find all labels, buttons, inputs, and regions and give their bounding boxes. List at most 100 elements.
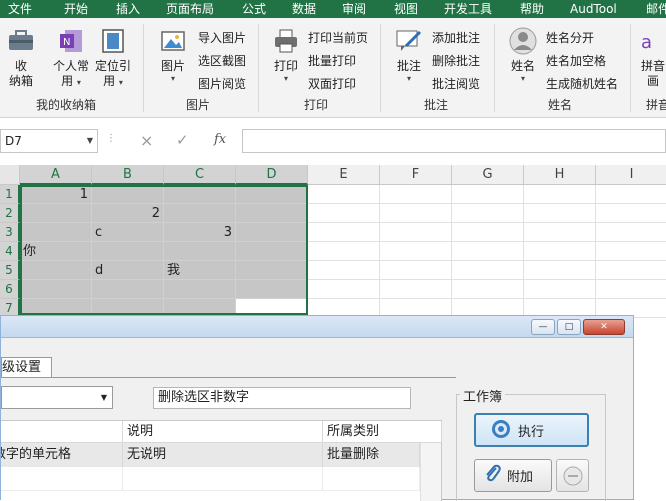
attach-button[interactable]: 附加 xyxy=(474,459,552,492)
toolbox-button[interactable]: 收 纳箱 xyxy=(4,26,38,89)
cell-a4[interactable]: 你 xyxy=(20,242,92,261)
column-header-a[interactable]: A xyxy=(20,165,92,185)
cell-d3[interactable] xyxy=(236,223,308,242)
tab-help[interactable]: 帮助 xyxy=(520,0,544,18)
run-button[interactable]: 执行 xyxy=(474,413,589,447)
chevron-down-icon[interactable]: ▼ xyxy=(87,136,93,145)
maximize-icon[interactable]: □ xyxy=(557,319,581,335)
cell-b3[interactable]: c xyxy=(92,223,164,242)
locate-ref-button[interactable]: 定位引 用 ▾ xyxy=(94,26,132,90)
delete-comment-button[interactable]: 删除批注 xyxy=(428,50,480,70)
print-current-page-button[interactable]: 打印当前页 xyxy=(304,27,368,47)
tab-mail[interactable]: 邮件 xyxy=(646,0,666,18)
row-header-4[interactable]: 4 xyxy=(0,242,20,261)
cell-d5[interactable] xyxy=(236,261,308,280)
close-icon[interactable]: ✕ xyxy=(583,319,625,335)
function-list[interactable]: 说明 所属类别 数字的单元格 无说明 批量删除 xyxy=(1,420,442,501)
cell-c2[interactable] xyxy=(164,204,236,223)
cell-d1[interactable] xyxy=(236,185,308,204)
picture-button[interactable]: 图片 ▾ xyxy=(154,26,192,83)
cell-d6[interactable] xyxy=(236,280,308,299)
dialog-titlebar[interactable]: — □ ✕ xyxy=(1,316,633,338)
column-header-c[interactable]: C xyxy=(164,165,236,185)
personal-common-button[interactable]: N 个人常 用 ▾ xyxy=(52,26,90,90)
cell-b6[interactable] xyxy=(92,280,164,299)
tab-view[interactable]: 视图 xyxy=(394,0,418,18)
cell-a5[interactable] xyxy=(20,261,92,280)
list-item-name[interactable]: 数字的单元格 xyxy=(1,443,123,467)
column-header-d[interactable]: D xyxy=(236,165,308,185)
picture-browse-button[interactable]: 图片阅览 xyxy=(194,73,246,93)
region-screenshot-button[interactable]: 选区截图 xyxy=(194,50,246,70)
name-split-button[interactable]: 姓名分开 xyxy=(542,27,594,47)
list-item-category[interactable]: 批量删除 xyxy=(323,443,420,467)
tab-audtool[interactable]: AudTool xyxy=(570,0,617,18)
tab-advanced-settings[interactable]: 高级设置 xyxy=(1,357,52,378)
tab-data[interactable]: 数据 xyxy=(292,0,316,18)
cell-c1[interactable] xyxy=(164,185,236,204)
cancel-icon[interactable]: × xyxy=(140,131,153,150)
cell-c6[interactable] xyxy=(164,280,236,299)
cell-a2[interactable] xyxy=(20,204,92,223)
cell-c3[interactable]: 3 xyxy=(164,223,236,242)
enter-icon[interactable]: ✓ xyxy=(176,131,189,149)
tab-page-layout[interactable]: 页面布局 xyxy=(166,0,214,18)
category-select[interactable]: ▼ xyxy=(1,386,113,409)
tab-developer[interactable]: 开发工具 xyxy=(444,0,492,18)
insert-function-icon[interactable]: fx xyxy=(214,132,226,147)
list-header-desc[interactable]: 说明 xyxy=(123,421,323,443)
cell-d2[interactable] xyxy=(236,204,308,223)
list-header-category[interactable]: 所属类别 xyxy=(323,421,442,443)
browse-comment-button[interactable]: 批注阅览 xyxy=(428,73,480,93)
name-add-space-button[interactable]: 姓名加空格 xyxy=(542,50,606,70)
pinyin-button[interactable]: a 拼音 画 xyxy=(638,26,666,89)
add-comment-button[interactable]: 添加批注 xyxy=(428,27,480,47)
remove-button[interactable] xyxy=(556,459,589,492)
list-header-name[interactable] xyxy=(1,421,123,443)
cell-a1[interactable]: 1 xyxy=(20,185,92,204)
column-header-g[interactable]: G xyxy=(452,165,524,185)
row-header-3[interactable]: 3 xyxy=(0,223,20,242)
tab-formulas[interactable]: 公式 xyxy=(242,0,266,18)
cell-b2[interactable]: 2 xyxy=(92,204,164,223)
column-header-h[interactable]: H xyxy=(524,165,596,185)
duplex-print-button[interactable]: 双面打印 xyxy=(304,73,356,93)
formula-input[interactable] xyxy=(242,129,666,153)
row-header-2[interactable]: 2 xyxy=(0,204,20,223)
cell-b1[interactable] xyxy=(92,185,164,204)
tab-insert[interactable]: 插入 xyxy=(116,0,140,18)
tab-file[interactable]: 文件 xyxy=(8,0,32,18)
column-header-f[interactable]: F xyxy=(380,165,452,185)
list-item-desc[interactable]: 无说明 xyxy=(123,443,323,467)
print-button[interactable]: 打印 ▾ xyxy=(268,26,304,83)
cell-a6[interactable] xyxy=(20,280,92,299)
batch-print-button[interactable]: 批量打印 xyxy=(304,50,356,70)
cell-b5[interactable]: d xyxy=(92,261,164,280)
description-field[interactable]: 删除选区非数字 xyxy=(153,387,411,409)
chevron-down-icon[interactable]: ▼ xyxy=(101,393,107,402)
name-button[interactable]: 姓名 ▾ xyxy=(504,26,542,83)
cell-a3[interactable] xyxy=(20,223,92,242)
cell-c5[interactable]: 我 xyxy=(164,261,236,280)
column-header-e[interactable]: E xyxy=(308,165,380,185)
list-item-empty xyxy=(1,467,123,491)
column-header-b[interactable]: B xyxy=(92,165,164,185)
cell-d4[interactable] xyxy=(236,242,308,261)
comment-button[interactable]: 批注 ▾ xyxy=(390,26,428,83)
minimize-icon[interactable]: — xyxy=(531,319,555,335)
select-all-corner[interactable] xyxy=(0,165,20,185)
column-header-i[interactable]: I xyxy=(596,165,666,185)
import-picture-button[interactable]: 导入图片 xyxy=(194,27,246,47)
tab-divider xyxy=(1,377,456,378)
tab-home[interactable]: 开始 xyxy=(64,0,88,18)
print-label: 打印 xyxy=(273,59,298,73)
name-box[interactable]: D7 ▼ xyxy=(0,129,98,153)
cell-b4[interactable] xyxy=(92,242,164,261)
tab-review[interactable]: 审阅 xyxy=(342,0,366,18)
row-header-1[interactable]: 1 xyxy=(0,185,20,204)
row-header-5[interactable]: 5 xyxy=(0,261,20,280)
cell-c4[interactable] xyxy=(164,242,236,261)
row-header-6[interactable]: 6 xyxy=(0,280,20,299)
list-scrollbar[interactable] xyxy=(420,443,441,501)
random-name-button[interactable]: 生成随机姓名 xyxy=(542,73,618,93)
